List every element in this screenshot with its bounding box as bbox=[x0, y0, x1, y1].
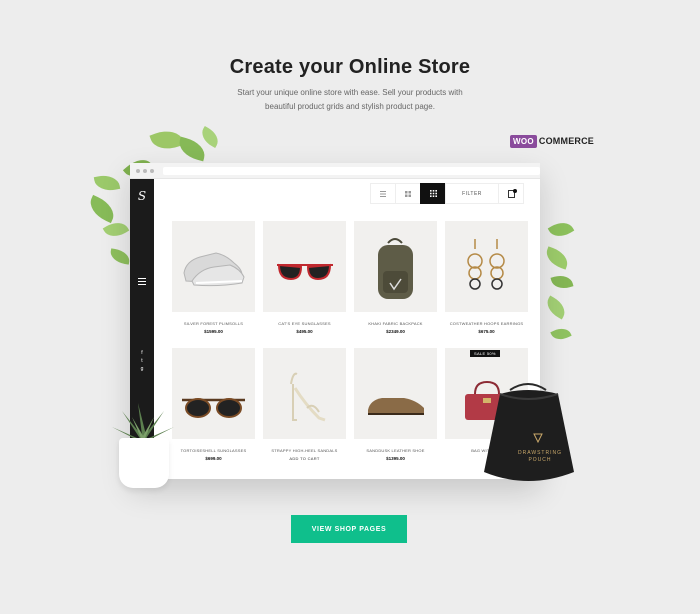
cart-icon bbox=[498, 183, 524, 204]
product-image-tortoise-sunglasses bbox=[172, 348, 255, 439]
product-card: CAT'S EYE SUNGLASSES $495.00 bbox=[263, 221, 346, 348]
product-image-leather-shoe bbox=[354, 348, 437, 439]
product-image-sneaker bbox=[172, 221, 255, 312]
woocommerce-logo: WOO COMMERCE bbox=[510, 134, 594, 148]
product-name: COSTWEATHER HOOPS EARRINGS bbox=[449, 321, 524, 326]
view-shop-pages-button[interactable]: VIEW SHOP PAGES bbox=[291, 515, 407, 543]
url-bar bbox=[162, 166, 540, 175]
subtitle-line-1: Start your unique online store with ease… bbox=[237, 88, 463, 97]
product-name: KHAKI FABRIC BACKPACK bbox=[368, 321, 423, 326]
product-name: TORTOISESHELL SUNGLASSES bbox=[180, 448, 247, 453]
product-card: STRAPPY HIGH-HEEL SANDALS ADD TO CART bbox=[263, 348, 346, 475]
facebook-icon: f bbox=[141, 350, 143, 356]
google-plus-icon: g bbox=[140, 366, 144, 372]
social-links: f t g bbox=[130, 349, 154, 373]
product-price: $1595.00 bbox=[204, 329, 223, 334]
hamburger-menu-icon bbox=[138, 278, 146, 287]
product-price: $675.00 bbox=[478, 329, 495, 334]
product-card: COSTWEATHER HOOPS EARRINGS $675.00 bbox=[445, 221, 528, 348]
product-name: SANDDUSK LEATHER SHOE bbox=[366, 448, 425, 453]
window-dot bbox=[149, 168, 154, 173]
page-title: Create your Online Store bbox=[229, 56, 471, 78]
store-logo: S bbox=[137, 189, 147, 203]
product-card: SILVER FOREST PLIMSOLLS $1595.00 bbox=[172, 221, 255, 348]
woo-commerce-text: COMMERCE bbox=[538, 136, 595, 146]
window-dot bbox=[136, 168, 140, 173]
product-name: CAT'S EYE SUNGLASSES bbox=[278, 321, 331, 326]
filter-button: FILTER bbox=[445, 183, 499, 204]
grid-4-icon bbox=[420, 183, 446, 204]
product-name: SILVER FOREST PLIMSOLLS bbox=[183, 321, 244, 326]
add-to-cart-link: ADD TO CART bbox=[289, 456, 320, 461]
pouch-label-line-2: POUCH bbox=[528, 457, 551, 463]
twitter-icon: t bbox=[141, 358, 143, 364]
product-card: KHAKI FABRIC BACKPACK $2349.00 bbox=[354, 221, 437, 348]
page-subtitle: Start your unique online store with ease… bbox=[200, 86, 500, 114]
browser-chrome bbox=[130, 163, 540, 179]
product-image-heels bbox=[263, 348, 346, 439]
product-price: $1395.00 bbox=[386, 456, 405, 461]
product-image-sunglasses bbox=[263, 221, 346, 312]
product-name: STRAPPY HIGH-HEEL SANDALS bbox=[271, 448, 338, 453]
product-image-earrings bbox=[445, 221, 528, 312]
subtitle-line-2: beautiful product grids and stylish prod… bbox=[265, 102, 435, 111]
sale-badge: SALE 50% bbox=[470, 350, 500, 357]
window-dot bbox=[142, 168, 147, 173]
product-card: TORTOISESHELL SUNGLASSES $699.00 bbox=[172, 348, 255, 475]
grid-2-icon bbox=[395, 183, 421, 204]
product-price: $2349.00 bbox=[386, 329, 405, 334]
product-price: $699.00 bbox=[205, 456, 222, 461]
product-card: SANDDUSK LEATHER SHOE $1395.00 bbox=[354, 348, 437, 475]
drawstring-pouch-decoration: DRAWSTRING POUCH bbox=[470, 378, 588, 488]
pouch-label-line-1: DRAWSTRING bbox=[518, 450, 562, 456]
woo-badge: WOO bbox=[510, 134, 537, 148]
shop-toolbar: FILTER bbox=[370, 183, 524, 204]
product-image-backpack bbox=[354, 221, 437, 312]
list-view-icon bbox=[370, 183, 396, 204]
product-price: $495.00 bbox=[296, 329, 313, 334]
